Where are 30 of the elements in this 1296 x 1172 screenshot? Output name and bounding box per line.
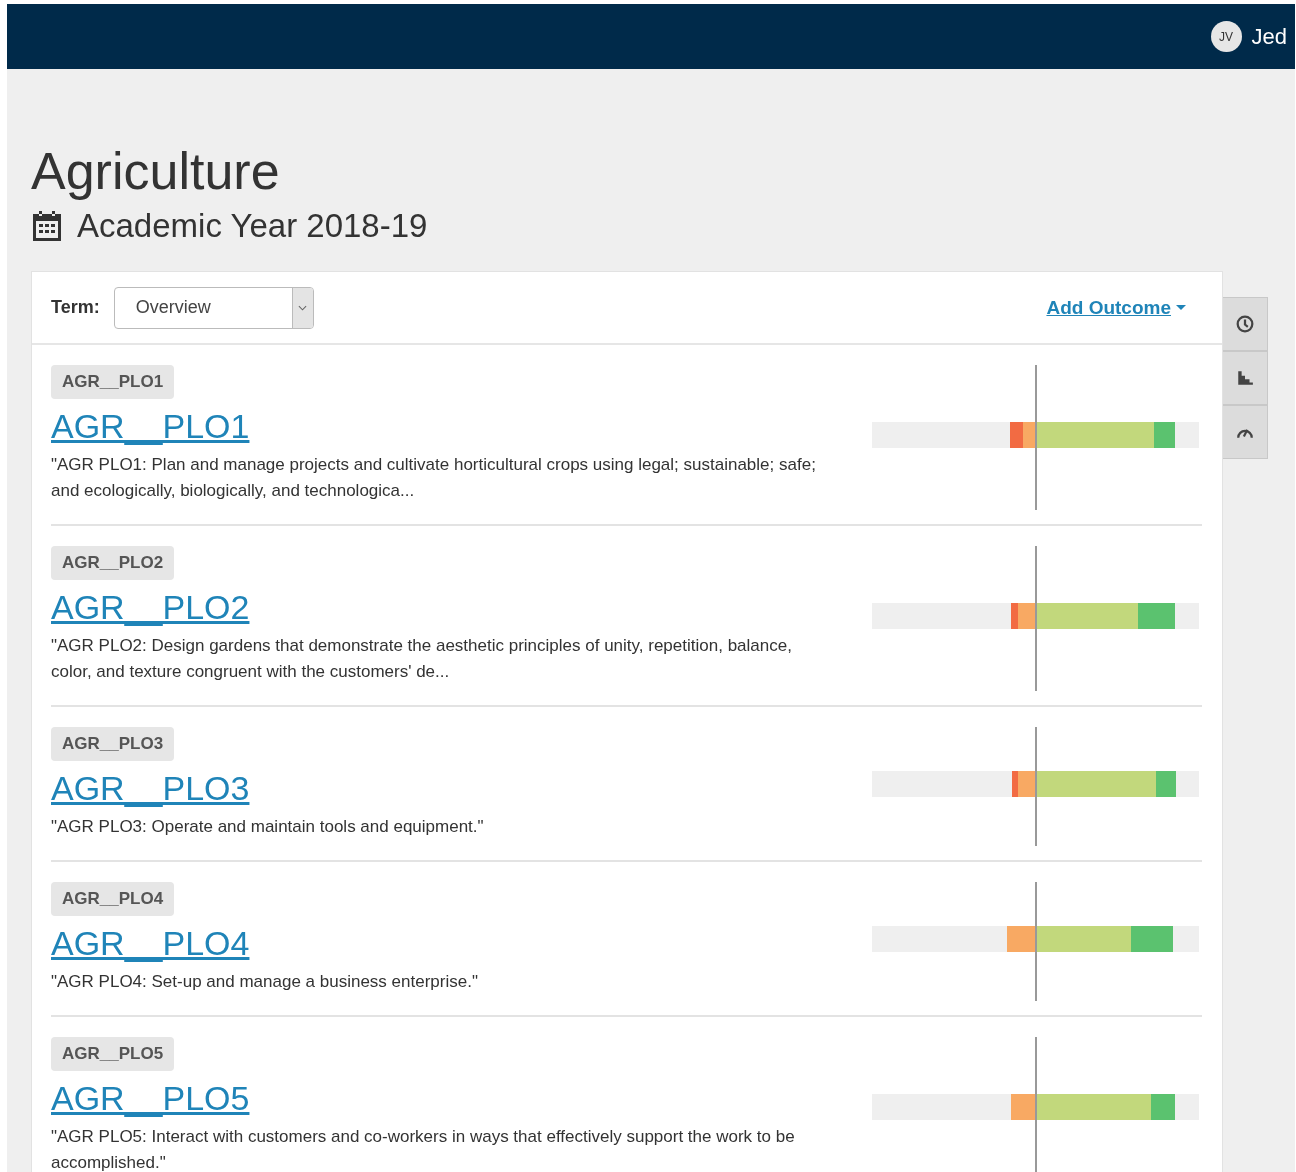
- term-dropdown[interactable]: Overview: [113, 286, 314, 329]
- outcome-title-link[interactable]: AGR__PLO5: [51, 1079, 250, 1118]
- side-button[interactable]: [1223, 405, 1268, 459]
- page-title: Agriculture: [31, 141, 281, 202]
- bar-chart-icon: [1236, 369, 1254, 387]
- add-outcome-link[interactable]: Add Outcome: [1046, 296, 1171, 319]
- outcome-title-link[interactable]: AGR__PLO1: [51, 407, 250, 446]
- user-avatar[interactable]: JV: [1210, 21, 1242, 52]
- side-button[interactable]: [1223, 297, 1268, 351]
- academic-year-heading: Academic Year 2018-19: [77, 207, 428, 245]
- outcome-description: "AGR PLO4: Set-up and manage a business enterprise.": [51, 971, 479, 993]
- term-label: Term:: [51, 297, 100, 318]
- outcome-description: "AGR PLO5: Interact with customers and co-workers in ways that effectively support the work to be accomplished.": [51, 1126, 796, 1172]
- side-button[interactable]: [1223, 351, 1268, 405]
- outcome-title-link[interactable]: AGR__PLO2: [51, 588, 250, 627]
- outcome-tag: AGR__PLO1: [51, 365, 175, 399]
- caret-icon: [1176, 304, 1186, 311]
- calendar-icon: [31, 210, 63, 242]
- outcome-title-link[interactable]: AGR__PLO3: [51, 769, 250, 808]
- outcome-tag: AGR__PLO3: [51, 727, 175, 761]
- outcome-tag: AGR__PLO2: [51, 546, 175, 580]
- outcome-tag: AGR__PLO4: [51, 882, 175, 916]
- clock-icon: [1236, 315, 1254, 333]
- outcome-tag: AGR__PLO5: [51, 1037, 175, 1071]
- user-name[interactable]: Jed: [1251, 23, 1287, 50]
- outcome-title-link[interactable]: AGR__PLO4: [51, 924, 250, 963]
- outcome-description: "AGR PLO3: Operate and maintain tools and equipment.": [51, 816, 485, 838]
- outcome-description: "AGR PLO1: Plan and manage projects and cultivate horticultural crops using legal; sustainable; safe; and ecologically, biologically, and technologica...: [51, 454, 817, 502]
- chevron-down-icon: [298, 304, 308, 311]
- outcome-description: "AGR PLO2: Design gardens that demonstrate the aesthetic principles of unity, repetition, balance, color, and texture congruent with the customers' de...: [51, 635, 793, 683]
